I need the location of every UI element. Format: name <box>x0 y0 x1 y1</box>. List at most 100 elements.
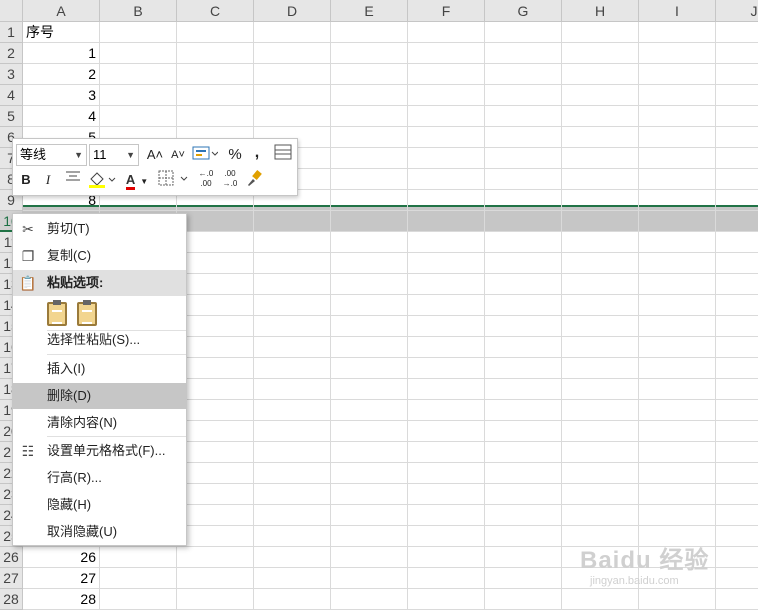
cell-f1[interactable] <box>408 22 485 43</box>
cell-b28[interactable] <box>100 589 177 610</box>
cell-d17[interactable] <box>254 358 331 379</box>
comma-style-button[interactable]: , <box>249 142 265 164</box>
delete-menu-item[interactable]: 删除(D) <box>13 383 186 409</box>
cell-e19[interactable] <box>331 400 408 421</box>
cell-e9[interactable] <box>331 190 408 211</box>
column-header-e[interactable]: E <box>331 0 408 22</box>
cell-g12[interactable] <box>485 253 562 274</box>
cell-e18[interactable] <box>331 379 408 400</box>
cell-e21[interactable] <box>331 442 408 463</box>
cell-d11[interactable] <box>254 232 331 253</box>
row-header-28[interactable]: 28 <box>0 589 23 610</box>
cell-a28[interactable]: 28 <box>23 589 100 610</box>
cell-b27[interactable] <box>100 568 177 589</box>
paste-values-icon[interactable] <box>77 300 97 326</box>
decrease-font-size-button[interactable]: A˅ <box>168 144 188 166</box>
cell-i5[interactable] <box>639 106 716 127</box>
cell-g26[interactable] <box>485 547 562 568</box>
cell-i20[interactable] <box>639 421 716 442</box>
cell-e3[interactable] <box>331 64 408 85</box>
cell-e14[interactable] <box>331 295 408 316</box>
cell-h19[interactable] <box>562 400 639 421</box>
format-cells-menu-item[interactable]: ☷ 设置单元格格式(F)... <box>13 438 186 464</box>
cell-g16[interactable] <box>485 337 562 358</box>
italic-button[interactable]: I <box>39 169 57 191</box>
cell-i8[interactable] <box>639 169 716 190</box>
borders-button[interactable] <box>157 169 191 191</box>
cell-a27[interactable]: 27 <box>23 568 100 589</box>
cell-j22[interactable] <box>716 463 758 484</box>
cell-h8[interactable] <box>562 169 639 190</box>
fill-color-button[interactable] <box>87 169 117 191</box>
cell-h6[interactable] <box>562 127 639 148</box>
cell-h2[interactable] <box>562 43 639 64</box>
cell-i10[interactable] <box>639 211 716 232</box>
cell-i18[interactable] <box>639 379 716 400</box>
cell-g23[interactable] <box>485 484 562 505</box>
cell-f13[interactable] <box>408 274 485 295</box>
cell-e16[interactable] <box>331 337 408 358</box>
cell-e26[interactable] <box>331 547 408 568</box>
increase-decimal-button[interactable]: ←.0 .00 <box>195 169 217 191</box>
cell-h22[interactable] <box>562 463 639 484</box>
cell-h1[interactable] <box>562 22 639 43</box>
column-header-c[interactable]: C <box>177 0 254 22</box>
cell-g8[interactable] <box>485 169 562 190</box>
cell-f24[interactable] <box>408 505 485 526</box>
cell-c28[interactable] <box>177 589 254 610</box>
cell-j6[interactable] <box>716 127 758 148</box>
cell-c2[interactable] <box>177 43 254 64</box>
cell-i14[interactable] <box>639 295 716 316</box>
cell-f10[interactable] <box>408 211 485 232</box>
cell-f11[interactable] <box>408 232 485 253</box>
cell-g27[interactable] <box>485 568 562 589</box>
cell-c26[interactable] <box>177 547 254 568</box>
cell-j19[interactable] <box>716 400 758 421</box>
cell-f5[interactable] <box>408 106 485 127</box>
cell-j18[interactable] <box>716 379 758 400</box>
cell-d15[interactable] <box>254 316 331 337</box>
row-header-4[interactable]: 4 <box>0 85 23 106</box>
cell-j12[interactable] <box>716 253 758 274</box>
cell-c10[interactable] <box>177 211 254 232</box>
cell-d26[interactable] <box>254 547 331 568</box>
cell-h4[interactable] <box>562 85 639 106</box>
cell-e12[interactable] <box>331 253 408 274</box>
cell-g20[interactable] <box>485 421 562 442</box>
column-header-b[interactable]: B <box>100 0 177 22</box>
cell-e7[interactable] <box>331 148 408 169</box>
unhide-menu-item[interactable]: 取消隐藏(U) <box>13 519 186 545</box>
cell-a4[interactable]: 3 <box>23 85 100 106</box>
cell-c22[interactable] <box>177 463 254 484</box>
font-size-select[interactable]: 11 ▼ <box>89 144 139 166</box>
cell-c17[interactable] <box>177 358 254 379</box>
cell-e20[interactable] <box>331 421 408 442</box>
cell-c24[interactable] <box>177 505 254 526</box>
cell-d24[interactable] <box>254 505 331 526</box>
cell-g19[interactable] <box>485 400 562 421</box>
cell-j14[interactable] <box>716 295 758 316</box>
cell-h10[interactable] <box>562 211 639 232</box>
cell-e23[interactable] <box>331 484 408 505</box>
cell-f12[interactable] <box>408 253 485 274</box>
cell-e4[interactable] <box>331 85 408 106</box>
cell-j4[interactable] <box>716 85 758 106</box>
cell-j16[interactable] <box>716 337 758 358</box>
cell-i17[interactable] <box>639 358 716 379</box>
cell-f20[interactable] <box>408 421 485 442</box>
cell-i9[interactable] <box>639 190 716 211</box>
cell-h7[interactable] <box>562 148 639 169</box>
cell-a1[interactable]: 序号 <box>23 22 100 43</box>
cell-c23[interactable] <box>177 484 254 505</box>
cell-g7[interactable] <box>485 148 562 169</box>
cell-i19[interactable] <box>639 400 716 421</box>
cell-g6[interactable] <box>485 127 562 148</box>
cell-d27[interactable] <box>254 568 331 589</box>
row-height-menu-item[interactable]: 行高(R)... <box>13 465 186 491</box>
cell-h14[interactable] <box>562 295 639 316</box>
cell-c19[interactable] <box>177 400 254 421</box>
cell-f3[interactable] <box>408 64 485 85</box>
cell-b1[interactable] <box>100 22 177 43</box>
cell-f15[interactable] <box>408 316 485 337</box>
cell-j17[interactable] <box>716 358 758 379</box>
